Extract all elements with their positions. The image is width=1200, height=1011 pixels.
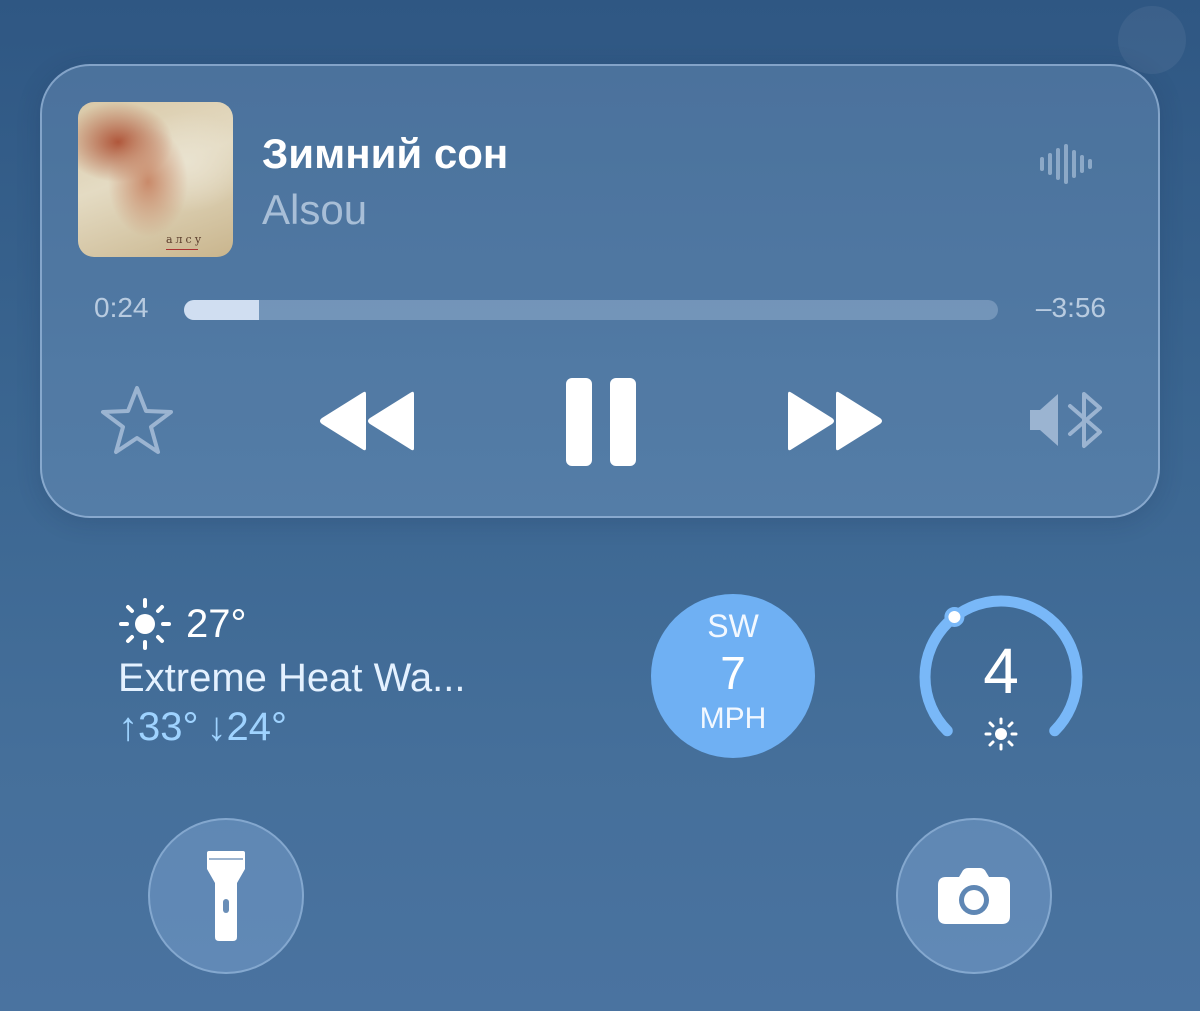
remaining-time: –3:56: [1035, 292, 1106, 323]
flashlight-icon: [207, 851, 245, 941]
weather-condition: Extreme Heat Wa...: [118, 656, 466, 700]
now-playing-widget[interactable]: алсу Зимний сон Alsou 0:24 –3:56: [40, 64, 1160, 518]
progress-fill: [184, 300, 259, 320]
uv-gauge-marker: [944, 606, 965, 627]
wind-widget[interactable]: SW 7 MPH: [651, 594, 815, 758]
album-art-text: алсу: [166, 233, 205, 246]
wind-speed: 7: [720, 647, 746, 699]
fast-forward-icon[interactable]: [786, 390, 886, 452]
pause-icon[interactable]: [564, 376, 638, 468]
temperature-range: ↑33° ↓24°: [118, 705, 598, 750]
waveform-icon: [1040, 144, 1092, 184]
current-temperature: 27°: [186, 601, 247, 646]
rewind-icon[interactable]: [316, 390, 416, 452]
weather-widget[interactable]: 27° Extreme Heat Wa... ↑33° ↓24°: [118, 598, 598, 750]
background-blob: [1118, 6, 1186, 74]
flashlight-button[interactable]: [148, 818, 304, 974]
camera-button[interactable]: [896, 818, 1052, 974]
elapsed-time: 0:24: [94, 292, 149, 323]
song-title: Зимний сон: [262, 130, 509, 177]
speaker-bluetooth-icon[interactable]: [1026, 388, 1106, 452]
camera-icon: [938, 868, 1010, 924]
album-art-underline: [166, 249, 198, 250]
song-artist: Alsou: [262, 186, 368, 233]
wind-unit: MPH: [699, 702, 767, 735]
high-temperature: ↑33°: [118, 705, 199, 749]
sun-icon: [119, 598, 171, 650]
uv-index-widget[interactable]: 4: [918, 594, 1084, 760]
uv-index-value: 4: [983, 635, 1019, 707]
album-art[interactable]: алсу: [78, 102, 233, 257]
wind-direction: SW: [707, 608, 759, 644]
low-temperature: ↓24°: [206, 705, 288, 749]
sun-icon: [984, 717, 1018, 751]
star-icon[interactable]: [100, 384, 174, 456]
progress-scrubber[interactable]: [184, 300, 998, 320]
